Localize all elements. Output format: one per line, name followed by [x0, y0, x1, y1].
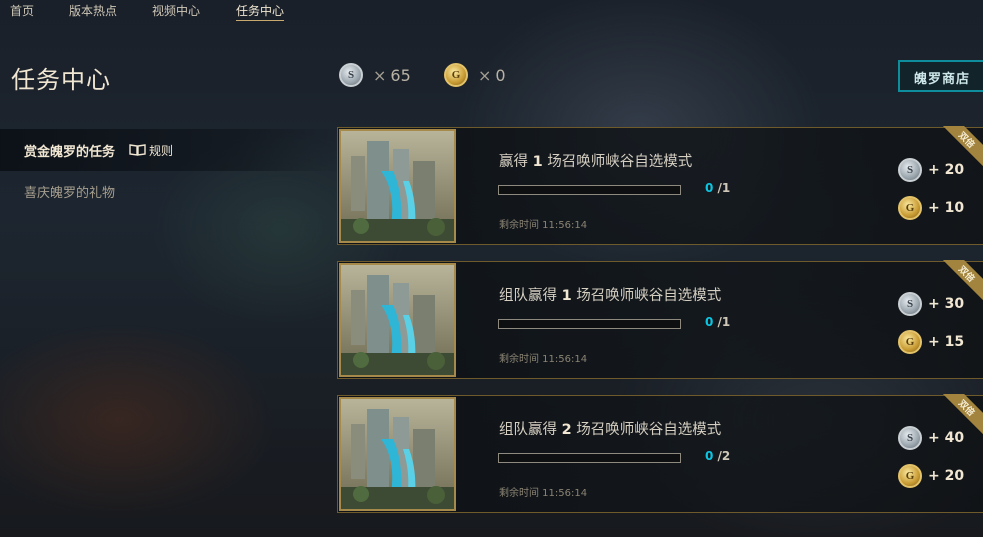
mission-card: 赢得 1 场召唤师峡谷自选模式 0 /1 剩余时间 11:56:14 S + 2… — [337, 126, 983, 245]
mission-progress-text: 0 /2 — [705, 449, 731, 463]
sidebar-item-festive-poro-gifts[interactable]: 喜庆魄罗的礼物 — [24, 182, 115, 201]
reward-amount: + 10 — [928, 200, 965, 216]
poro-shop-button[interactable]: 魄罗商店 — [898, 60, 983, 92]
mission-list: 赢得 1 场召唤师峡谷自选模式 0 /1 剩余时间 11:56:14 S + 2… — [337, 126, 983, 529]
mission-title: 赢得 1 场召唤师峡谷自选模式 — [499, 154, 693, 170]
gold-token-icon: G — [898, 330, 922, 354]
book-icon — [129, 144, 146, 156]
mission-progress-bar — [498, 453, 681, 463]
gold-token-count: 0 — [495, 65, 506, 85]
mission-timer: 剩余时间 11:56:14 — [499, 220, 588, 231]
silver-token-icon: S — [898, 158, 922, 182]
gold-token-icon: G — [898, 196, 922, 220]
gold-token-balance: G × 0 — [444, 63, 506, 87]
double-reward-ribbon: 双倍 — [934, 394, 983, 444]
silver-token-icon: S — [339, 63, 363, 87]
summoners-rift-image — [341, 131, 454, 241]
times-sign: × — [373, 65, 387, 85]
reward-amount: + 15 — [928, 334, 965, 350]
double-reward-ribbon: 双倍 — [934, 126, 983, 176]
gold-token-icon: G — [898, 464, 922, 488]
mission-reward-gold: G + 10 — [898, 196, 964, 220]
mission-timer: 剩余时间 11:56:14 — [499, 354, 588, 365]
silver-token-icon: S — [898, 292, 922, 316]
mission-thumbnail — [339, 397, 456, 511]
sidebar-item-bounty-poro-missions[interactable]: 赏金魄罗的任务 规则 — [0, 129, 340, 171]
silver-token-count: 65 — [390, 65, 411, 85]
sidebar-item-label: 赏金魄罗的任务 — [24, 144, 116, 160]
mission-reward-gold: G + 20 — [898, 464, 964, 488]
mission-card: 组队赢得 1 场召唤师峡谷自选模式 0 /1 剩余时间 11:56:14 S +… — [337, 260, 983, 379]
mission-title: 组队赢得 2 场召唤师峡谷自选模式 — [499, 422, 722, 438]
rules-link[interactable]: 规则 — [129, 142, 173, 159]
rules-label: 规则 — [149, 143, 174, 158]
gold-token-icon: G — [444, 63, 468, 87]
mission-progress-bar — [498, 319, 681, 329]
nav-mission-center[interactable]: 任务中心 — [236, 0, 285, 21]
mission-progress-bar — [498, 185, 681, 195]
summoners-rift-image — [341, 399, 454, 509]
times-sign: × — [478, 65, 492, 85]
summoners-rift-image — [341, 265, 454, 375]
mission-progress-text: 0 /1 — [705, 315, 731, 329]
nav-version-highlights[interactable]: 版本热点 — [69, 0, 117, 19]
page-title: 任务中心 — [11, 66, 111, 94]
nav-home[interactable]: 首页 — [10, 0, 34, 19]
mission-title: 组队赢得 1 场召唤师峡谷自选模式 — [499, 288, 722, 304]
reward-amount: + 20 — [928, 468, 965, 484]
mission-card: 组队赢得 2 场召唤师峡谷自选模式 0 /2 剩余时间 11:56:14 S +… — [337, 394, 983, 513]
mission-thumbnail — [339, 263, 456, 377]
mission-progress-text: 0 /1 — [705, 181, 731, 195]
mission-thumbnail — [339, 129, 456, 243]
silver-token-balance: S × 65 — [339, 63, 411, 87]
silver-token-icon: S — [898, 426, 922, 450]
nav-video-center[interactable]: 视频中心 — [152, 0, 200, 19]
double-reward-ribbon: 双倍 — [934, 260, 983, 310]
mission-reward-gold: G + 15 — [898, 330, 964, 354]
mission-timer: 剩余时间 11:56:14 — [499, 488, 588, 499]
